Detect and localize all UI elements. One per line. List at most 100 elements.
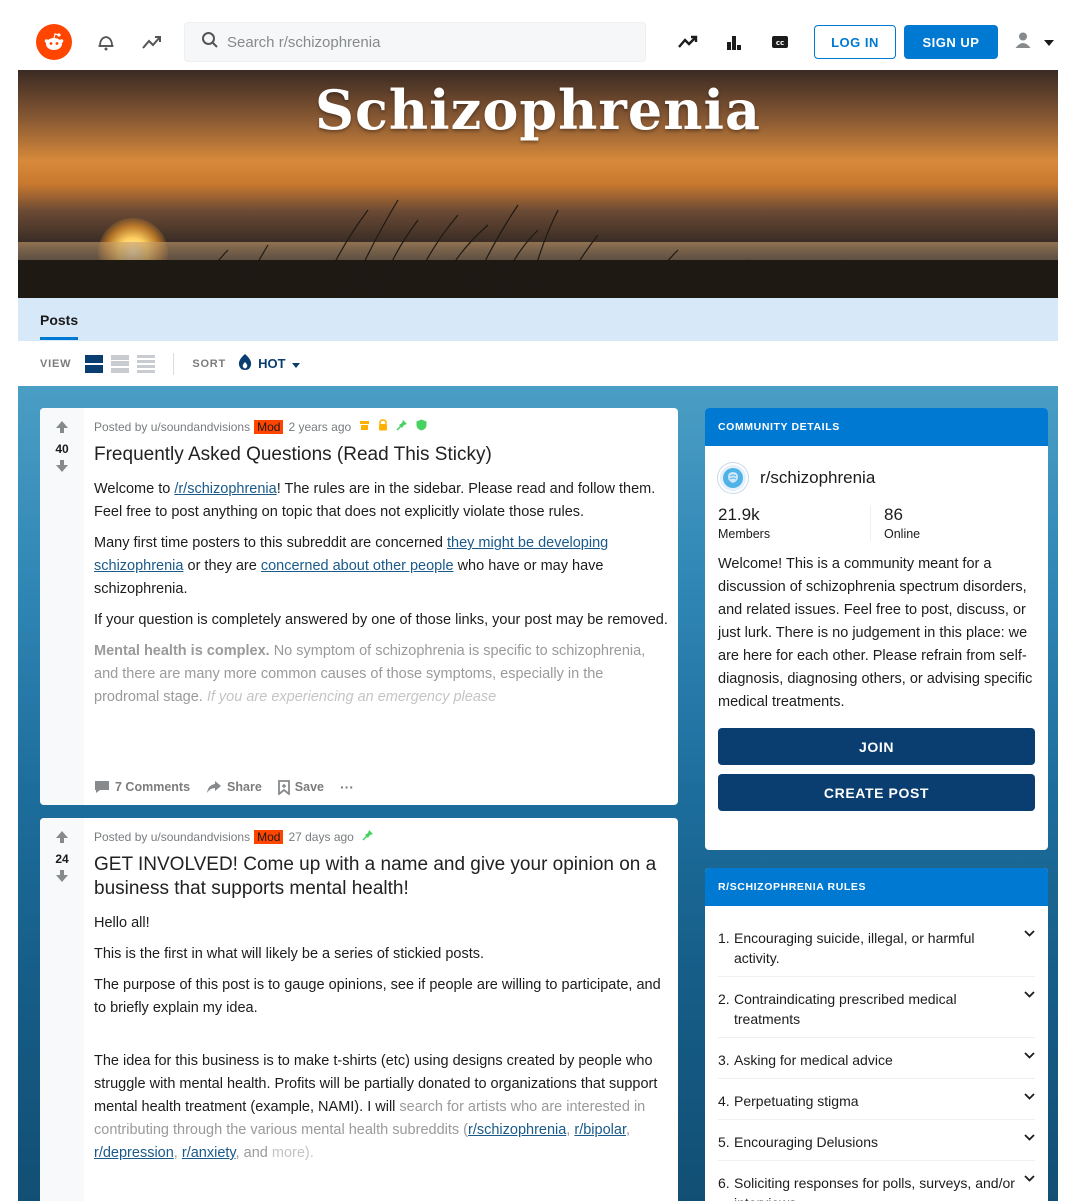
rule-item[interactable]: 2. Contraindicating prescribed medical t… [718,977,1035,1038]
tab-posts[interactable]: Posts [40,300,79,340]
view-label: VIEW [40,357,72,370]
sort-dropdown[interactable]: HOT [238,354,300,373]
rule-number: 4. [718,1093,730,1109]
user-menu[interactable] [1014,31,1054,54]
community-icon[interactable] [718,463,748,493]
community-description: Welcome! This is a community meant for a… [718,556,1033,710]
community-tabs: Posts [18,298,1058,341]
join-button[interactable]: JOIN [718,728,1035,765]
sort-label: SORT [192,357,227,370]
rule-number: 5. [718,1134,730,1150]
vote-score: 40 [55,442,69,456]
classic-view-icon[interactable] [111,354,130,373]
post-card[interactable]: 24 Posted by u/soundandvisions Mod 27 da… [40,818,678,1201]
subreddit-link[interactable]: /r/schizophrenia [174,481,276,497]
post-title[interactable]: GET INVOLVED! Come up with a name and gi… [94,853,668,901]
rule-item[interactable]: 5. Encouraging Delusions [718,1120,1035,1161]
subreddit-link[interactable]: r/anxiety [182,1145,236,1161]
rules-header: R/SCHIZOPHRENIA RULES [705,868,1048,906]
comment-icon [95,781,109,793]
post-card[interactable]: 40 Posted by u/soundandvisions Mod 2 yea… [40,408,678,805]
rule-item[interactable]: 3. Asking for medical advice [718,1038,1035,1079]
vote-score: 24 [55,852,69,866]
rule-number: 3. [718,1052,730,1068]
chevron-down-icon [1044,33,1054,51]
community-banner: Schizophrenia [18,70,1058,298]
rule-item[interactable]: 4. Perpetuating stigma [718,1079,1035,1120]
chevron-down-icon [1015,1173,1035,1182]
post-text: Welcome to /r/schizophrenia! The rules a… [94,478,668,709]
share-icon [207,781,222,793]
downvote-icon[interactable] [55,869,69,888]
comments-button[interactable]: 7 Comments [94,780,190,794]
rule-text: Contraindicating prescribed medical trea… [734,991,957,1027]
bookmark-icon [277,779,290,795]
subreddit-link[interactable]: r/bipolar [574,1122,626,1138]
post-actions: 7 Comments Share Save ··· [94,779,370,795]
community-details-card: COMMUNITY DETAILS r/schizophrenia 21.9k … [705,408,1048,850]
post-text-segment: This is the first in what will likely be… [94,946,485,962]
flame-icon [238,354,252,373]
rule-item[interactable]: 1. Encouraging suicide, illegal, or harm… [718,916,1035,977]
community-name[interactable]: r/schizophrenia [760,468,875,488]
upvote-icon[interactable] [55,830,69,849]
vote-column: 40 [40,408,84,805]
chevron-down-icon [1015,989,1035,998]
post-author[interactable]: Posted by u/soundandvisions [94,420,250,434]
post-text: Hello all! This is the first in what wil… [94,912,668,1165]
save-button[interactable]: Save [277,779,324,795]
search-input[interactable] [227,33,627,51]
captions-icon[interactable]: cc [768,30,792,54]
post-text-segment: or they are [183,558,261,574]
content-area: 40 Posted by u/soundandvisions Mod 2 yea… [18,386,1058,1201]
share-button[interactable]: Share [206,780,262,794]
user-icon [1014,31,1032,54]
sort-value: HOT [258,356,286,371]
top-header: cc LOG IN SIGN UP [18,14,1058,70]
downvote-icon[interactable] [55,459,69,478]
trending-icon[interactable] [676,30,700,54]
upvote-icon[interactable] [55,420,69,439]
reddit-logo[interactable] [36,24,72,60]
members-label: Members [718,527,771,541]
post-text-segment: , and [235,1145,268,1161]
signup-button[interactable]: SIGN UP [904,25,998,59]
more-icon: ··· [339,779,354,795]
post-age[interactable]: 27 days ago [288,830,353,844]
online-label: Online [884,527,921,541]
chevron-down-icon [1015,1091,1035,1100]
login-button[interactable]: LOG IN [814,25,896,59]
create-post-button[interactable]: CREATE POST [718,774,1035,811]
post-meta: Posted by u/soundandvisions Mod 27 days … [94,829,668,844]
subreddit-link[interactable]: r/depression [94,1145,174,1161]
shield-icon [416,419,427,434]
chevron-down-icon [1015,928,1035,937]
post-text-segment: Many first time posters to this subreddi… [94,535,447,551]
pin-icon [396,419,408,434]
notification-icon[interactable] [94,30,118,54]
post-author[interactable]: Posted by u/soundandvisions [94,830,250,844]
search-bar[interactable] [184,22,646,62]
online-stat: 86 Online [870,505,1020,541]
leaderboard-icon[interactable] [722,30,746,54]
subreddit-link[interactable]: r/schizophrenia [468,1122,566,1138]
lock-icon [378,419,388,434]
more-options-button[interactable]: ··· [340,779,354,795]
rule-number: 1. [718,930,730,946]
share-label: Share [227,780,262,794]
post-text-segment: more). [271,1145,314,1161]
search-icon [201,31,219,54]
other-people-link[interactable]: concerned about other people [261,558,454,574]
rule-item[interactable]: 6. Soliciting responses for polls, surve… [718,1161,1035,1201]
card-view-icon[interactable] [85,354,104,373]
post-text-segment: If your question is completely answered … [94,612,668,628]
pin-icon [362,829,374,844]
post-age[interactable]: 2 years ago [288,420,351,434]
popular-icon[interactable] [140,30,164,54]
compact-view-icon[interactable] [137,354,156,373]
post-title[interactable]: Frequently Asked Questions (Read This St… [94,443,668,467]
chevron-down-icon [291,356,300,371]
post-body: Posted by u/soundandvisions Mod 27 days … [94,818,668,1173]
post-text-segment: Welcome to [94,481,175,497]
online-count: 86 [884,505,903,524]
